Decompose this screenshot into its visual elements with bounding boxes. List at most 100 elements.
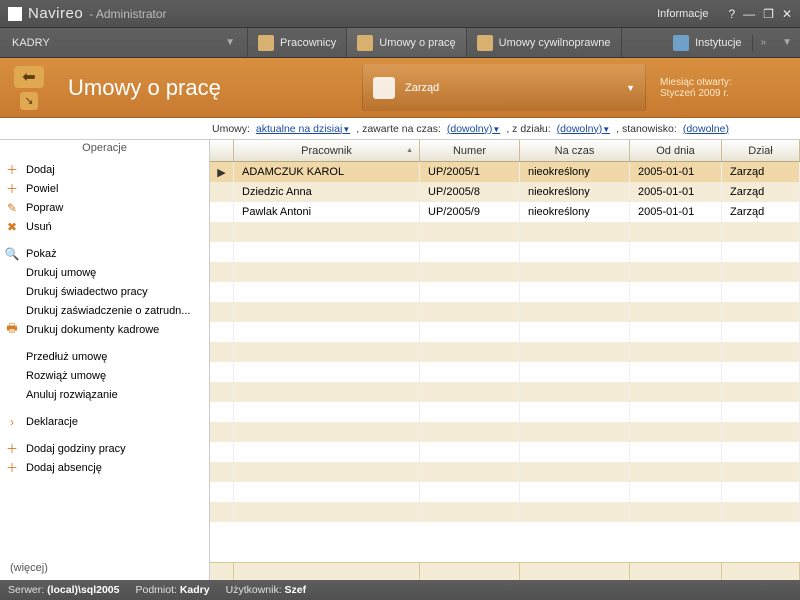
cell: Pawlak Antoni (234, 202, 420, 222)
help-icon[interactable]: ? (728, 7, 735, 21)
back-button[interactable]: ⬅ (14, 66, 44, 88)
table-row[interactable] (210, 342, 800, 362)
close-icon[interactable]: ✕ (782, 7, 792, 21)
op-item[interactable]: 🔍Pokaż (0, 244, 209, 263)
pin-button[interactable]: ↘ (20, 92, 38, 110)
op-icon (4, 369, 20, 383)
cell (722, 482, 800, 502)
op-item[interactable]: Anuluj rozwiązanie (0, 385, 209, 404)
table-row[interactable] (210, 222, 800, 242)
op-icon: ✎ (4, 201, 20, 215)
table-row[interactable] (210, 362, 800, 382)
cell (630, 222, 722, 242)
cell (520, 242, 630, 262)
op-item[interactable]: ＋Powiel (0, 179, 209, 198)
op-icon: ＋ (4, 442, 20, 456)
op-item[interactable]: Drukuj umowę (0, 263, 209, 282)
col-pracownik[interactable]: Pracownik (234, 140, 420, 161)
module-current: KADRY (12, 37, 50, 49)
table-row[interactable] (210, 422, 800, 442)
op-label: Rozwiąż umowę (26, 370, 106, 382)
op-item[interactable]: ›Deklaracje (0, 412, 209, 431)
grid-footer (210, 562, 800, 580)
page-filter-chip[interactable]: Zarząd ▼ (362, 64, 646, 111)
col-naczas[interactable]: Na czas (520, 140, 630, 161)
app-logo-icon (8, 7, 22, 21)
cell (722, 422, 800, 442)
table-row[interactable]: Dziedzic AnnaUP/2005/8nieokreślony2005-0… (210, 182, 800, 202)
op-item[interactable]: ✖Usuń (0, 217, 209, 236)
table-row[interactable] (210, 382, 800, 402)
op-icon (4, 266, 20, 280)
table-row[interactable] (210, 242, 800, 262)
grid-rows: ▶ADAMCZUK KAROLUP/2005/1nieokreślony2005… (210, 162, 800, 562)
table-row[interactable] (210, 302, 800, 322)
op-icon: ＋ (4, 461, 20, 475)
cell: UP/2005/8 (420, 182, 520, 202)
chevron-down-icon: ▼ (626, 83, 635, 93)
filter-dzial[interactable]: (dowolny)▼ (557, 123, 610, 135)
table-row[interactable] (210, 322, 800, 342)
filter-czas[interactable]: (dowolny)▼ (447, 123, 500, 135)
cell: 2005-01-01 (630, 162, 722, 182)
op-item[interactable]: Drukuj zaświadczenie o zatrudn... (0, 301, 209, 320)
cell (630, 382, 722, 402)
table-row[interactable] (210, 402, 800, 422)
op-label: Pokaż (26, 248, 57, 260)
table-row[interactable] (210, 502, 800, 522)
tab-umowy-o-prace[interactable]: Umowy o pracę (347, 28, 466, 57)
cell (630, 282, 722, 302)
table-row[interactable] (210, 462, 800, 482)
tab-pracownicy[interactable]: Pracownicy (248, 28, 347, 57)
op-item[interactable]: ✎ Popraw (0, 198, 209, 217)
cell (520, 442, 630, 462)
main-area: Operacje ＋Dodaj＋Powiel✎Popraw✖Usuń🔍Pokaż… (0, 140, 800, 580)
table-row[interactable]: ▶ADAMCZUK KAROLUP/2005/1nieokreślony2005… (210, 162, 800, 182)
tab-instytucje[interactable]: Instytucje (663, 35, 752, 51)
row-marker (210, 342, 234, 362)
op-item[interactable]: 🖶Drukuj dokumenty kadrowe (0, 320, 209, 339)
cell (722, 342, 800, 362)
filter-stanowisko[interactable]: (dowolne) (683, 123, 729, 135)
cell (630, 462, 722, 482)
op-item[interactable]: Rozwiąż umowę (0, 366, 209, 385)
table-row[interactable]: Pawlak AntoniUP/2005/9nieokreślony2005-0… (210, 202, 800, 222)
op-icon: › (4, 415, 20, 429)
table-row[interactable] (210, 282, 800, 302)
cell: nieokreślony (520, 182, 630, 202)
operations-more[interactable]: (więcej) (0, 556, 209, 580)
op-item[interactable]: ＋Dodaj (0, 160, 209, 179)
col-marker[interactable] (210, 140, 234, 161)
cell (420, 302, 520, 322)
filter-aktualne[interactable]: aktualne na dzisiaj▼ (256, 123, 350, 135)
op-label: Dodaj (26, 164, 55, 176)
cell (520, 462, 630, 482)
restore-icon[interactable]: ❐ (763, 7, 774, 21)
op-label: Popraw (26, 202, 63, 214)
page-title: Umowy o pracę (58, 58, 358, 117)
op-label: Powiel (26, 183, 58, 195)
op-item[interactable]: ＋Dodaj godziny pracy (0, 439, 209, 458)
open-month: Miesiąc otwarty: Styczeń 2009 r. (650, 58, 800, 117)
table-row[interactable] (210, 262, 800, 282)
status-user: Użytkownik: Szef (226, 584, 307, 596)
building-icon (673, 35, 689, 51)
op-item[interactable]: Przedłuż umowę (0, 347, 209, 366)
op-item[interactable]: ＋Dodaj absencję (0, 458, 209, 477)
table-row[interactable] (210, 442, 800, 462)
module-selector[interactable]: KADRY ▼ (0, 28, 248, 57)
table-row[interactable] (210, 482, 800, 502)
op-item[interactable]: Drukuj świadectwo pracy (0, 282, 209, 301)
status-subject: Podmiot: Kadry (135, 584, 209, 596)
tab-umowy-cywilnoprawne[interactable]: Umowy cywilnoprawne (467, 28, 622, 57)
col-numer[interactable]: Numer (420, 140, 520, 161)
col-dzial[interactable]: Dział (722, 140, 800, 161)
col-oddnia[interactable]: Od dnia (630, 140, 722, 161)
cell (722, 322, 800, 342)
info-link[interactable]: Informacje (657, 8, 708, 20)
tabs-more-icon[interactable]: » (753, 37, 775, 48)
minimize-icon[interactable]: — (743, 7, 755, 21)
cell (520, 422, 630, 442)
tabs-menu-icon[interactable]: ▼ (774, 37, 800, 48)
cell (630, 402, 722, 422)
